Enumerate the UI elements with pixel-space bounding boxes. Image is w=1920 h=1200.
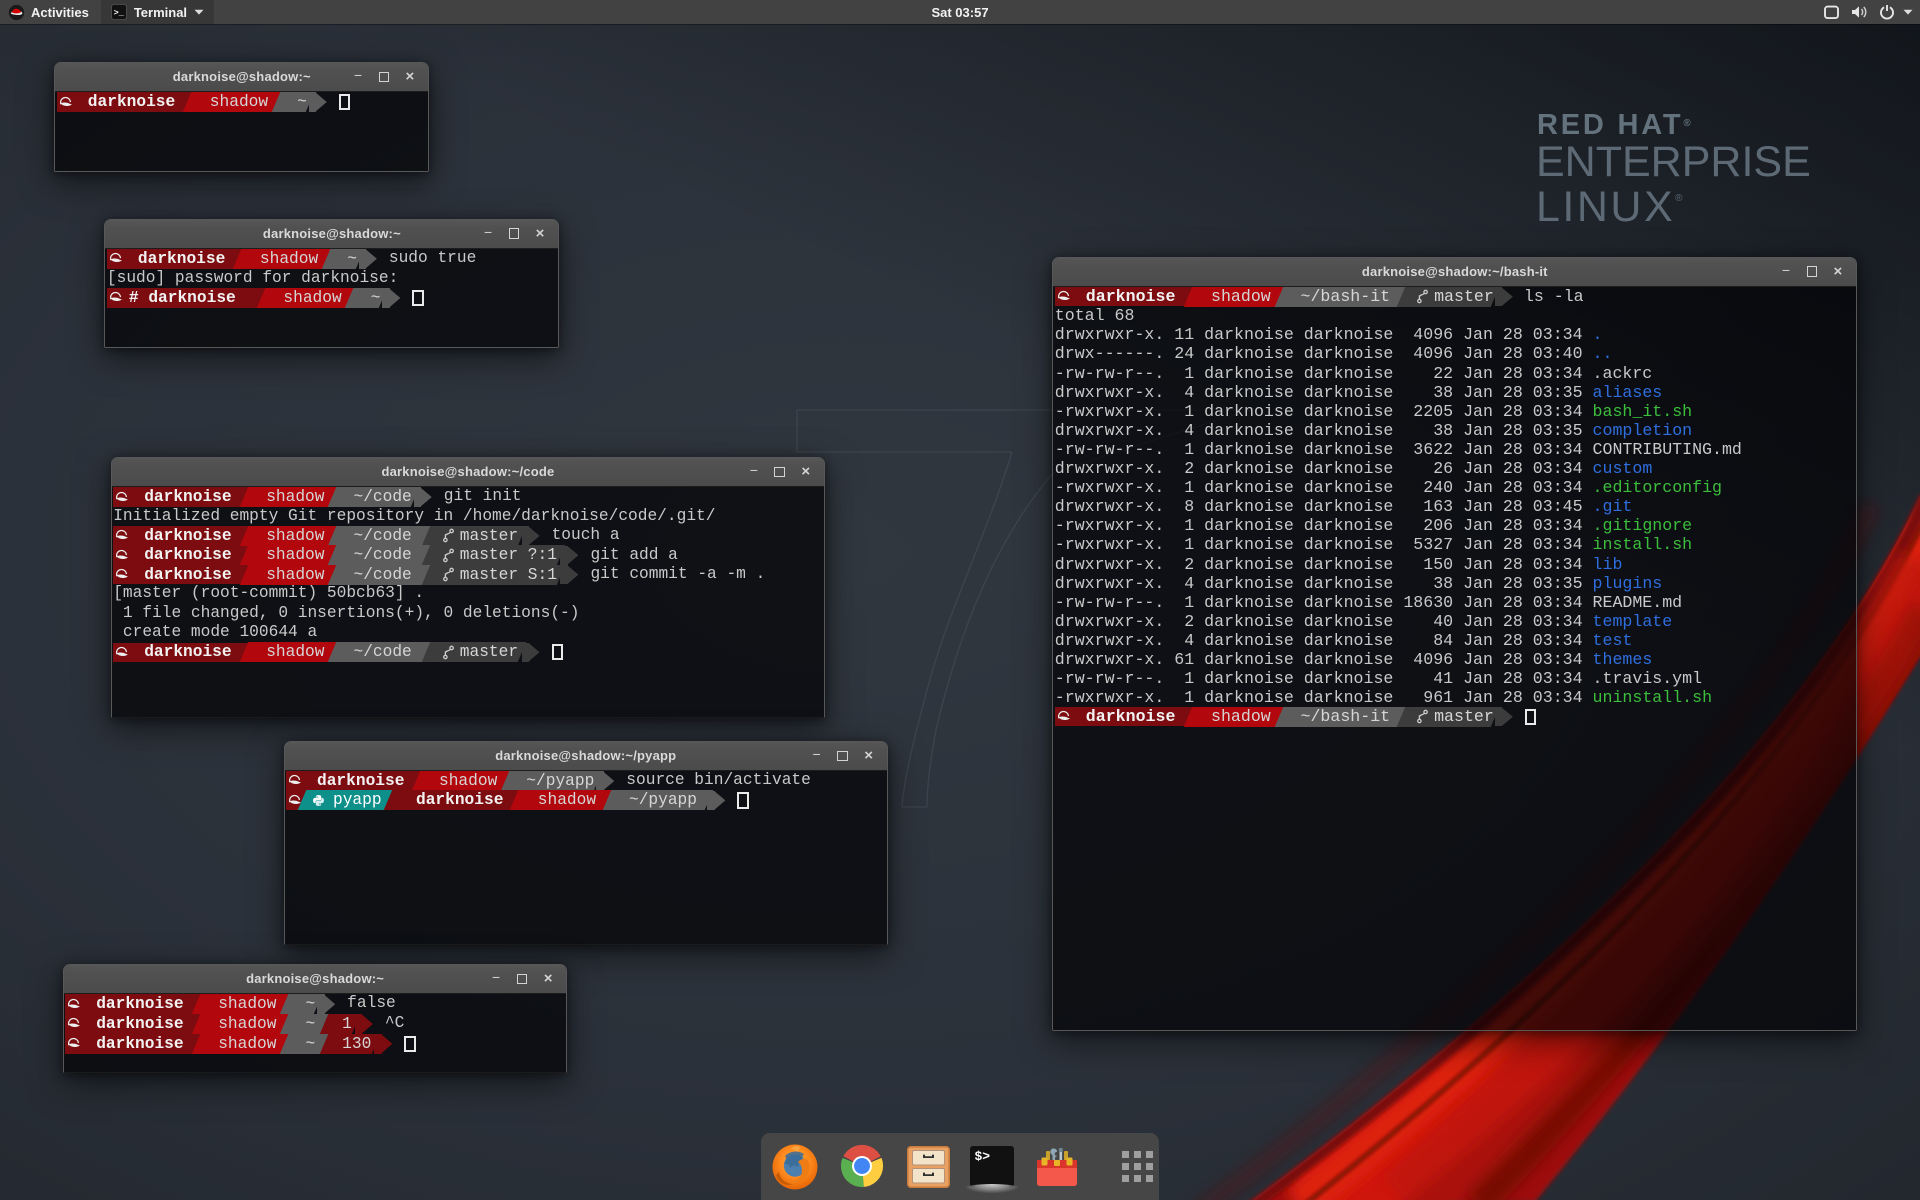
svg-text:RED HAT®: RED HAT®: [1537, 109, 1694, 141]
svg-text:ENTERPRISE: ENTERPRISE: [1536, 138, 1811, 186]
svg-text:LINUX®: LINUX®: [1536, 183, 1685, 231]
svg-text:>_: >_: [113, 8, 124, 18]
